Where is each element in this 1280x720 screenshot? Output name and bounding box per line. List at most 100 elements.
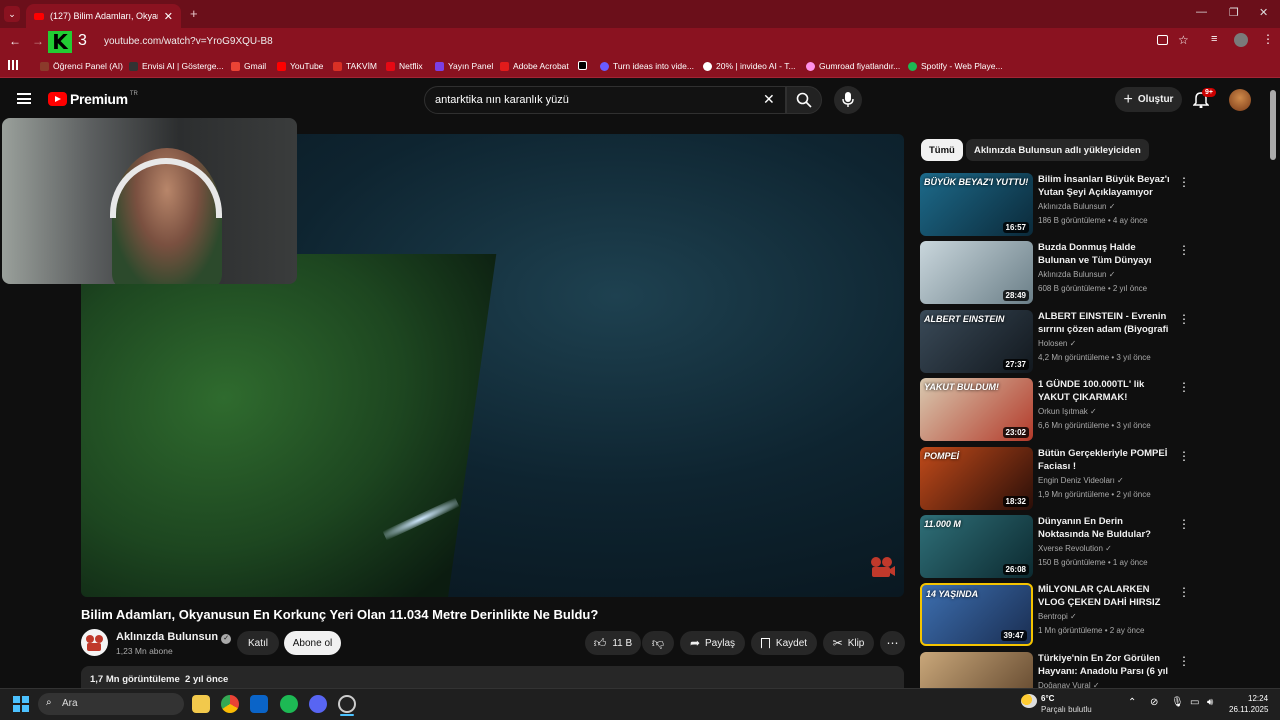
more-options-icon[interactable]: ⋮ — [1178, 449, 1190, 463]
recommendation-thumbnail[interactable] — [920, 651, 1033, 688]
restore-icon[interactable]: ❐ — [1229, 6, 1239, 19]
bookmark-item[interactable]: Spotify - Web Playe... — [908, 61, 1003, 71]
channel-name[interactable]: Aklınızda Bulunsun ✓ — [116, 631, 232, 644]
recommendation-thumbnail[interactable]: YAKUT BULDUM! 23:02 — [920, 378, 1033, 442]
recommendation-thumbnail[interactable]: ALBERT EINSTEIN 27:37 — [920, 309, 1033, 373]
chip-all[interactable]: Tümü — [921, 139, 963, 161]
tab-list-button[interactable]: ⌄ — [4, 6, 20, 22]
clip-button[interactable]: ✂ Klip — [823, 631, 874, 655]
recommendation-title[interactable]: 1 GÜNDE 100.000TL' lik YAKUT ÇIKARMAK! — [1038, 378, 1173, 404]
more-options-icon[interactable]: ⋮ — [1178, 654, 1190, 668]
more-options-icon[interactable]: ⋮ — [1178, 585, 1190, 599]
bookmark-item[interactable]: Turn ideas into vide... — [600, 61, 694, 71]
minimize-icon[interactable]: — — [1196, 6, 1207, 18]
browser-menu-icon[interactable]: ⋮ — [1262, 32, 1274, 46]
close-tab-icon[interactable]: ✕ — [164, 10, 173, 23]
recommendation-card[interactable]: 11.000 M 26:08 Dünyanın En Derin Noktasınd… — [920, 515, 1260, 579]
bookmark-item[interactable]: TAKVİM — [333, 61, 377, 71]
recommendation-thumbnail[interactable]: 11.000 M 26:08 — [920, 515, 1033, 578]
search-input[interactable]: antarktika nın karanlık yüzü — [424, 86, 786, 114]
recommendation-channel[interactable]: Bentropi ✓ — [1038, 612, 1077, 621]
chrome-icon[interactable] — [221, 695, 239, 713]
bookmark-item[interactable]: YouTube — [277, 61, 323, 71]
clock-time[interactable]: 12:24 — [1248, 694, 1268, 703]
bookmark-item[interactable]: Envisi AI | Gösterge... — [129, 61, 224, 71]
discord-icon[interactable] — [309, 695, 327, 713]
user-avatar[interactable] — [1229, 89, 1251, 111]
file-explorer-icon[interactable] — [192, 695, 210, 713]
subscribe-button[interactable]: Abone ol — [284, 631, 341, 655]
obs-icon[interactable] — [338, 695, 356, 713]
more-options-icon[interactable]: ⋮ — [1178, 380, 1190, 394]
dislike-button[interactable]: 👎︎ — [642, 631, 674, 655]
tray-network-icon[interactable]: ⊘ — [1150, 697, 1158, 708]
active-tab[interactable]: (127) Bilim Adamları, Okyanusu... ✕ — [26, 4, 181, 28]
recommendation-title[interactable]: MİLYONLAR ÇALARKEN VLOG ÇEKEN DAHİ HIRSI… — [1038, 583, 1173, 609]
bookmark-item[interactable]: Öğrenci Panel (AI) — [40, 61, 123, 71]
bookmark-item[interactable]: Adobe Acrobat — [500, 61, 569, 71]
forward-icon[interactable]: → — [32, 34, 44, 48]
kick-extension-icon[interactable]: K — [48, 31, 72, 53]
recommendation-channel[interactable]: Doğanay Vural ✓ — [1038, 681, 1100, 688]
recommendation-title[interactable]: ALBERT EINSTEIN - Evrenin sırrını çözen … — [1038, 310, 1173, 337]
bookmark-star-icon[interactable]: ☆ — [1178, 33, 1189, 47]
more-options-icon[interactable]: ⋮ — [1178, 175, 1190, 189]
more-options-icon[interactable]: ⋮ — [1178, 312, 1190, 326]
new-tab-button[interactable]: + — [190, 6, 198, 21]
like-button[interactable]: 👍︎ 11 B — [585, 631, 641, 655]
more-options-icon[interactable]: ⋮ — [1178, 517, 1190, 531]
recommendation-channel[interactable]: Xverse Revolution ✓ — [1038, 544, 1112, 553]
recommendation-card[interactable]: YAKUT BULDUM! 23:02 1 GÜNDE 100.000TL' lik… — [920, 378, 1260, 442]
recommendation-channel[interactable]: Aklınızda Bulunsun ✓ — [1038, 202, 1115, 211]
page-scrollbar[interactable] — [1270, 90, 1276, 160]
url-field[interactable]: youtube.com/watch?v=YroG9XQU-B8 — [104, 36, 273, 47]
tray-mic-icon[interactable]: 🎙︎ — [1171, 697, 1184, 708]
search-button[interactable] — [786, 86, 822, 114]
profile-extension-icon[interactable] — [1234, 33, 1248, 47]
recommendation-thumbnail[interactable]: 28:49 — [920, 241, 1033, 305]
recommendation-card[interactable]: 28:49 Buzda Donmuş Halde Bulunan ve Tüm D… — [920, 241, 1260, 305]
windows-start-icon[interactable] — [13, 696, 29, 712]
save-button[interactable]: Kaydet — [751, 631, 817, 655]
recommendation-thumbnail[interactable]: BÜYÜK BEYAZ'I YUTTU! 16:57 — [920, 173, 1033, 236]
recommendation-title[interactable]: Bilim İnsanları Büyük Beyaz'ı Yutan Şeyi… — [1038, 173, 1173, 199]
recommendation-thumbnail[interactable]: POMPEİ 18:32 — [920, 446, 1033, 510]
outlook-icon[interactable] — [250, 695, 268, 713]
notifications-button[interactable]: 9+ — [1193, 88, 1216, 108]
spotify-taskbar-icon[interactable] — [280, 695, 298, 713]
recommendation-title[interactable]: Dünyanın En Derin Noktasında Ne Buldular… — [1038, 515, 1173, 541]
reading-list-icon[interactable]: ≡ — [1211, 33, 1217, 45]
bookmark-item[interactable]: 20% | invideo AI - T... — [703, 61, 796, 71]
tray-overflow-icon[interactable]: ⌃ — [1128, 697, 1136, 708]
bookmark-tiktok[interactable] — [578, 61, 591, 70]
bookmark-item[interactable]: Gmail — [231, 61, 266, 71]
create-button[interactable]: + Oluştur — [1115, 87, 1182, 112]
chip-from-uploader[interactable]: Aklınızda Bulunsun adlı yükleyiciden — [966, 139, 1149, 161]
recommendation-card[interactable]: 14 YAŞINDA 39:47 MİLYONLAR ÇALARKEN VLOG Ç… — [920, 583, 1260, 647]
recommendation-card[interactable]: POMPEİ 18:32 Bütün Gerçekleriyle POMPEİ Fa… — [920, 446, 1260, 511]
recommendation-channel[interactable]: Orkun Işıtmak ✓ — [1038, 407, 1097, 416]
tray-display-icon[interactable]: ▭ — [1190, 697, 1199, 708]
join-button[interactable]: Katıl — [237, 631, 279, 655]
extension-badge-icon[interactable]: 3 — [78, 32, 87, 50]
bookmark-item[interactable]: Gumroad fiyatlandır... — [806, 61, 900, 71]
apps-grid-icon[interactable] — [8, 60, 18, 70]
back-icon[interactable]: ← — [9, 34, 21, 48]
bookmark-item[interactable]: Yayın Panel — [435, 61, 493, 71]
taskbar-search[interactable]: Ara — [38, 693, 184, 715]
recommendation-card[interactable]: ALBERT EINSTEIN 27:37 ALBERT EINSTEIN - Ev… — [920, 309, 1260, 374]
recommendation-title[interactable]: Buzda Donmuş Halde Bulunan ve Tüm Dünyay… — [1038, 241, 1173, 268]
recommendation-channel[interactable]: Aklınızda Bulunsun ✓ — [1038, 270, 1115, 279]
channel-watermark-icon[interactable] — [869, 556, 895, 578]
weather-icon[interactable] — [1021, 694, 1037, 708]
more-actions-button[interactable]: ⋯ — [880, 631, 905, 655]
bookmark-item[interactable]: Netflix — [386, 61, 423, 71]
recommendation-title[interactable]: Türkiye'nin En Zor Görülen Hayvanı: Anad… — [1038, 652, 1173, 679]
close-window-icon[interactable]: ✕ — [1259, 6, 1268, 19]
channel-avatar[interactable] — [81, 629, 108, 656]
clock-date[interactable]: 26.11.2025 — [1229, 705, 1268, 714]
recommendation-thumbnail[interactable]: 14 YAŞINDA 39:47 — [920, 583, 1033, 647]
more-options-icon[interactable]: ⋮ — [1178, 243, 1190, 257]
voice-search-button[interactable] — [834, 86, 862, 114]
recommendation-channel[interactable]: Holosen ✓ — [1038, 339, 1076, 348]
